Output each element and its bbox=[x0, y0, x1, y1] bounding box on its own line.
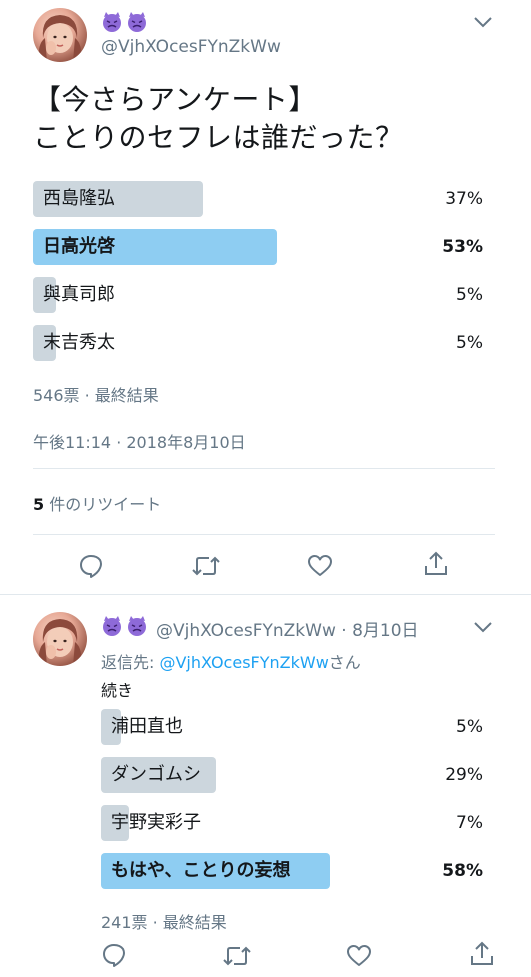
poll-option: 末吉秀太 5% bbox=[33, 325, 483, 361]
poll-option-label: 與真司郎 bbox=[43, 284, 115, 305]
poll-option: 浦田直也 5% bbox=[101, 709, 483, 745]
poll-option-percent: 37% bbox=[445, 189, 483, 209]
section-separator bbox=[0, 594, 531, 595]
devil-emoji bbox=[101, 615, 149, 641]
avatar[interactable] bbox=[33, 8, 87, 62]
poll-option-percent: 58% bbox=[442, 861, 483, 881]
share-icon[interactable] bbox=[470, 941, 494, 967]
poll-option-label: 宇野実彩子 bbox=[111, 812, 201, 833]
retweet-count-label: 件のリツイート bbox=[49, 495, 162, 514]
reply-icon[interactable] bbox=[101, 942, 127, 968]
retweet-icon[interactable] bbox=[222, 944, 252, 968]
poll-option: 宇野実彩子 7% bbox=[101, 805, 483, 841]
divider bbox=[33, 534, 495, 535]
chevron-down-icon[interactable] bbox=[473, 14, 493, 33]
poll-option-label: 浦田直也 bbox=[111, 716, 183, 737]
retweet-count: 5 bbox=[33, 495, 45, 514]
handle[interactable]: @VjhXOcesFYnZkWw bbox=[101, 37, 281, 57]
divider bbox=[33, 468, 495, 469]
timestamp[interactable]: 午後11:14 · 2018年8月10日 bbox=[33, 429, 246, 453]
reply-prefix: 返信先: bbox=[101, 653, 160, 672]
poll-option-percent: 53% bbox=[442, 237, 483, 257]
vote-summary: 546票 · 最終結果 bbox=[33, 386, 159, 405]
poll-option: 與真司郎 5% bbox=[33, 277, 483, 313]
retweet-count-row[interactable]: 5 件のリツイート bbox=[33, 491, 161, 515]
poll-option: 西島隆弘 37% bbox=[33, 181, 483, 217]
poll-option-label: ダンゴムシ bbox=[111, 764, 201, 785]
poll-option-percent: 5% bbox=[456, 285, 483, 305]
devil-emoji bbox=[101, 11, 149, 37]
poll-option-label: 末吉秀太 bbox=[43, 332, 115, 353]
tweet-text: 続き bbox=[101, 681, 134, 700]
reply-suffix: さん bbox=[328, 653, 361, 672]
tweet-text-line1: 【今さらアンケート】 bbox=[33, 83, 317, 116]
poll-option-percent: 7% bbox=[456, 813, 483, 833]
like-icon[interactable] bbox=[307, 554, 333, 578]
poll-option: もはや、ことりの妄想 58% bbox=[101, 853, 483, 889]
like-icon[interactable] bbox=[346, 944, 372, 968]
poll-option-percent: 29% bbox=[445, 765, 483, 785]
poll-option: ダンゴムシ 29% bbox=[101, 757, 483, 793]
poll-option-percent: 5% bbox=[456, 333, 483, 353]
reply-icon[interactable] bbox=[78, 553, 104, 579]
vote-summary: 241票 · 最終結果 bbox=[101, 913, 227, 932]
poll-option-label: 西島隆弘 bbox=[43, 188, 115, 209]
poll-option: 日高光啓 53% bbox=[33, 229, 483, 265]
share-icon[interactable] bbox=[424, 551, 448, 577]
poll-option-percent: 5% bbox=[456, 717, 483, 737]
tweet-text-line2: ことりのセフレは誰だった？ bbox=[33, 121, 404, 154]
reply-to: 返信先: @VjhXOcesFYnZkWwさん bbox=[101, 649, 361, 673]
poll-option-label: 日高光啓 bbox=[43, 236, 115, 257]
avatar[interactable] bbox=[33, 612, 87, 666]
poll-option-label: もはや、ことりの妄想 bbox=[111, 860, 291, 881]
handle-date[interactable]: @VjhXOcesFYnZkWw · 8月10日 bbox=[156, 616, 419, 641]
reply-mention[interactable]: @VjhXOcesFYnZkWw bbox=[159, 653, 328, 672]
retweet-icon[interactable] bbox=[191, 554, 221, 578]
chevron-down-icon[interactable] bbox=[473, 619, 493, 638]
